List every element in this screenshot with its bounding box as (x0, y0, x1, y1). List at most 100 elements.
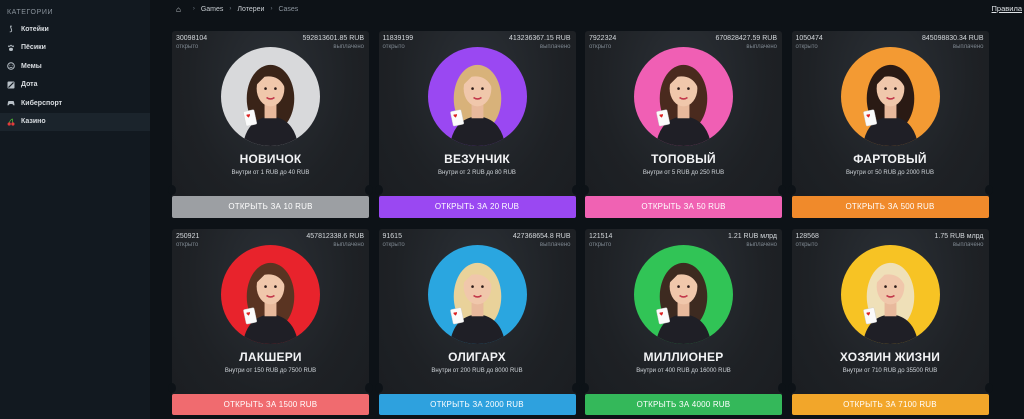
open-case-button[interactable]: ОТКРЫТЬ ЗА 20 RUB (378, 196, 576, 218)
case-card[interactable]: 91615 открыто 427368654.8 RUB выплачено ♥ … (374, 228, 580, 415)
paid-amount: 670828427.59 RUB (715, 35, 778, 42)
ticket-notch (374, 382, 383, 393)
ticket-notch (581, 185, 589, 195)
rules-link[interactable]: Правила (992, 4, 1022, 13)
sidebar-item-kibersport[interactable]: Киберспорт (0, 94, 150, 113)
case-range: Внутри от 1 RUB до 40 RUB (231, 170, 310, 176)
open-case-button[interactable]: ОТКРЫТЬ ЗА 50 RUB (585, 196, 782, 218)
ticket-notch (365, 185, 373, 195)
case-avatar: ♥ (427, 47, 527, 146)
open-case-button[interactable]: ОТКРЫТЬ ЗА 500 RUB (791, 196, 989, 218)
opened-count: 128568 (795, 232, 819, 240)
open-case-button[interactable]: ОТКРЫТЬ ЗА 7100 RUB (791, 393, 989, 415)
case-name: ФАРТОВЫЙ (853, 152, 927, 166)
case-card[interactable]: 30098104 открыто 592813601.85 RUB выплачен… (168, 31, 373, 218)
paid-amount: 427368654.8 RUB (512, 232, 571, 240)
case-card[interactable]: 7922324 открыто 670828427.59 RUB выплачено… (581, 31, 786, 218)
breadcrumb-games[interactable]: Games (201, 6, 224, 13)
ticket-notch (581, 382, 589, 393)
case-avatar: ♥ (634, 244, 733, 344)
sidebar-item-kazino[interactable]: Казино (0, 112, 150, 131)
opened-label: открыто (176, 44, 199, 50)
case-card[interactable]: 128568 открыто 1.75 RUB млрд выплачено ♥ Х… (787, 228, 993, 415)
case-avatar: ♥ (634, 47, 733, 146)
cases-grid: 30098104 открыто 592813601.85 RUB выплачен… (168, 31, 993, 415)
chevron-right-icon: › (229, 6, 232, 12)
paid-label: выплачено (333, 241, 364, 248)
opened-label: открыто (795, 44, 818, 50)
sidebar-item-label: Киберспорт (21, 99, 63, 107)
case-range: Внутри от 400 RUB до 16000 RUB (636, 367, 731, 374)
home-icon[interactable]: ⌂ (176, 5, 181, 14)
opened-label: открыто (382, 241, 405, 248)
paid-label: выплачено (952, 44, 984, 50)
sidebar: КАТЕГОРИИ ⟆ Котейки Пёсики Мемы Дота Киб… (0, 0, 150, 419)
paid-amount: 845098830.34 RUB (922, 35, 984, 42)
case-range: Внутри от 150 RUB до 7500 RUB (224, 367, 317, 374)
sidebar-item-label: Мемы (21, 62, 42, 70)
ticket-notch (984, 382, 993, 393)
opened-count: 7922324 (589, 35, 617, 42)
case-name: ВЕЗУНЧИК (444, 152, 510, 166)
case-name: ХОЗЯИН ЖИЗНИ (839, 349, 941, 364)
case-range: Внутри от 2 RUB до 80 RUB (438, 170, 516, 176)
paid-amount: 1.21 RUB млрд (727, 232, 777, 240)
ticket-notch (787, 382, 796, 393)
topbar: ⌂ › Games › Лотереи › Cases Правила (150, 0, 1024, 18)
paid-amount: 592813601.85 RUB (302, 35, 365, 42)
ticket-notch (374, 185, 383, 195)
ticket-notch (571, 185, 580, 195)
case-avatar: ♥ (840, 47, 940, 146)
opened-label: открыто (176, 241, 199, 248)
ticket-notch (571, 382, 580, 393)
open-case-button[interactable]: ОТКРЫТЬ ЗА 4000 RUB (585, 393, 782, 415)
ticket-notch (168, 382, 176, 393)
paid-label: выплачено (952, 241, 984, 248)
case-name: ТОПОВЫЙ (651, 152, 716, 166)
ticket-notch (984, 185, 993, 195)
face-icon (7, 62, 15, 71)
opened-label: открыто (589, 241, 612, 248)
open-case-button[interactable]: ОТКРЫТЬ ЗА 2000 RUB (378, 393, 576, 415)
paw-icon (7, 44, 15, 52)
paid-amount: 1.75 RUB млрд (934, 232, 984, 240)
ticket-notch (168, 185, 176, 195)
open-case-button[interactable]: ОТКРЫТЬ ЗА 10 RUB (172, 196, 369, 218)
sidebar-item-label: Пёсики (21, 44, 46, 52)
sidebar-item-koteyki[interactable]: ⟆ Котейки (0, 20, 150, 39)
breadcrumb-cases: Cases (278, 5, 299, 13)
case-range: Внутри от 50 RUB до 2000 RUB (846, 170, 934, 176)
dota-icon (7, 81, 15, 89)
case-avatar: ♥ (221, 244, 320, 344)
case-card[interactable]: 121514 открыто 1.21 RUB млрд выплачено ♥ М… (581, 228, 786, 415)
ticket-notch (787, 185, 796, 195)
paid-label: выплачено (746, 241, 777, 248)
sidebar-item-dota[interactable]: Дота (0, 76, 150, 95)
case-card[interactable]: 1050474 открыто 845098830.34 RUB выплачено… (787, 31, 993, 218)
paid-amount: 413236367.15 RUB (509, 35, 571, 42)
opened-count: 11839199 (382, 35, 414, 42)
sidebar-item-label: Дота (21, 81, 38, 89)
ticket-notch (778, 185, 786, 195)
sidebar-item-memy[interactable]: Мемы (0, 57, 150, 76)
case-name: ОЛИГАРХ (448, 349, 506, 364)
case-name: МИЛЛИОНЕР (643, 349, 724, 364)
tail-icon: ⟆ (9, 26, 13, 34)
case-card[interactable]: 11839199 открыто 413236367.15 RUB выплачен… (374, 31, 580, 218)
open-case-button[interactable]: ОТКРЫТЬ ЗА 1500 RUB (172, 393, 369, 415)
opened-count: 30098104 (176, 35, 208, 42)
sidebar-item-label: Казино (21, 118, 46, 126)
chevron-right-icon: › (192, 6, 195, 12)
sidebar-title: КАТЕГОРИИ (7, 9, 54, 16)
opened-count: 1050474 (795, 35, 823, 42)
ticket-notch (778, 382, 786, 393)
case-card[interactable]: 250921 открыто 457812338.6 RUB выплачено ♥… (168, 228, 373, 415)
case-avatar: ♥ (840, 244, 940, 344)
opened-label: открыто (382, 44, 405, 50)
sidebar-item-pesiki[interactable]: Пёсики (0, 39, 150, 58)
case-avatar: ♥ (221, 47, 320, 146)
sidebar-item-label: Котейки (21, 25, 49, 33)
paid-amount: 457812338.6 RUB (306, 232, 364, 240)
breadcrumb-lotteries[interactable]: Лотереи (237, 6, 264, 13)
case-range: Внутри от 200 RUB до 8000 RUB (431, 367, 523, 374)
